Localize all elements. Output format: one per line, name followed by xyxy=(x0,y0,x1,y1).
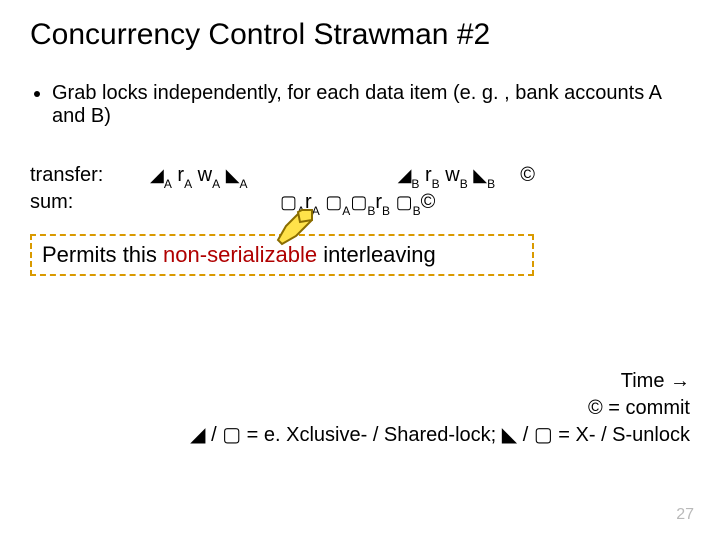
sub-a: A xyxy=(184,177,192,191)
unlock-icon: ◣ xyxy=(226,166,240,184)
sub-b: B xyxy=(432,177,440,191)
op-wB: w xyxy=(445,164,459,186)
callout-text: interleaving xyxy=(317,242,436,267)
callout-text: this xyxy=(123,242,163,267)
transfer-sequence-right: ◢B rB wB ◣B © xyxy=(398,164,535,189)
unlock-icon: ◣ xyxy=(473,166,487,184)
bullet-item: Grab locks independently, for each data … xyxy=(52,82,690,128)
transfer-row: transfer: ◢A rA wA ◣A ◢B rB wB ◣B © xyxy=(30,164,690,189)
op-wA: w xyxy=(198,164,212,186)
lock-icon: ◢ xyxy=(150,166,164,184)
sub-a: A xyxy=(164,177,172,191)
sub-a: A xyxy=(240,177,248,191)
sub-a: A xyxy=(342,204,350,218)
slock-icon: ▢ xyxy=(396,193,413,211)
sub-b: B xyxy=(367,204,375,218)
slide-title: Concurrency Control Strawman #2 xyxy=(30,18,690,52)
page-number: 27 xyxy=(676,506,694,524)
op-rB: r xyxy=(375,191,382,213)
slock-icon: ▢ xyxy=(325,193,342,211)
legend-commit: © = commit xyxy=(150,395,690,422)
bullet-list: Grab locks independently, for each data … xyxy=(30,82,690,128)
slock-icon: ▢ xyxy=(350,193,367,211)
sub-b: B xyxy=(460,177,468,191)
sum-row: sum: ▢ArA ▢A▢BrB ▢B© xyxy=(30,191,690,216)
transfer-label: transfer: xyxy=(30,164,150,187)
op-rB: r xyxy=(425,164,432,186)
sub-b: B xyxy=(382,204,390,218)
arrow-icon xyxy=(274,206,316,248)
commit-icon: © xyxy=(421,191,436,213)
lock-icon: ◢ xyxy=(398,166,412,184)
sub-a: A xyxy=(212,177,220,191)
callout-text: Permits xyxy=(42,242,123,267)
commit-icon: © xyxy=(520,164,535,186)
sub-b: B xyxy=(413,204,421,218)
legend-commit-sym: © = xyxy=(588,397,626,419)
legend-locks: ◢ / ▢ = e. Xclusive- / Shared-lock; ◣ / … xyxy=(150,422,690,449)
legend: Time → © = commit ◢ / ▢ = e. Xclusive- /… xyxy=(150,368,690,449)
legend-commit-word: commit xyxy=(626,397,690,419)
sum-label: sum: xyxy=(30,191,150,214)
transfer-sequence-left: ◢A rA wA ◣A xyxy=(150,164,248,189)
sub-b: B xyxy=(487,177,495,191)
legend-time: Time → xyxy=(150,368,690,395)
sub-b: B xyxy=(411,177,419,191)
